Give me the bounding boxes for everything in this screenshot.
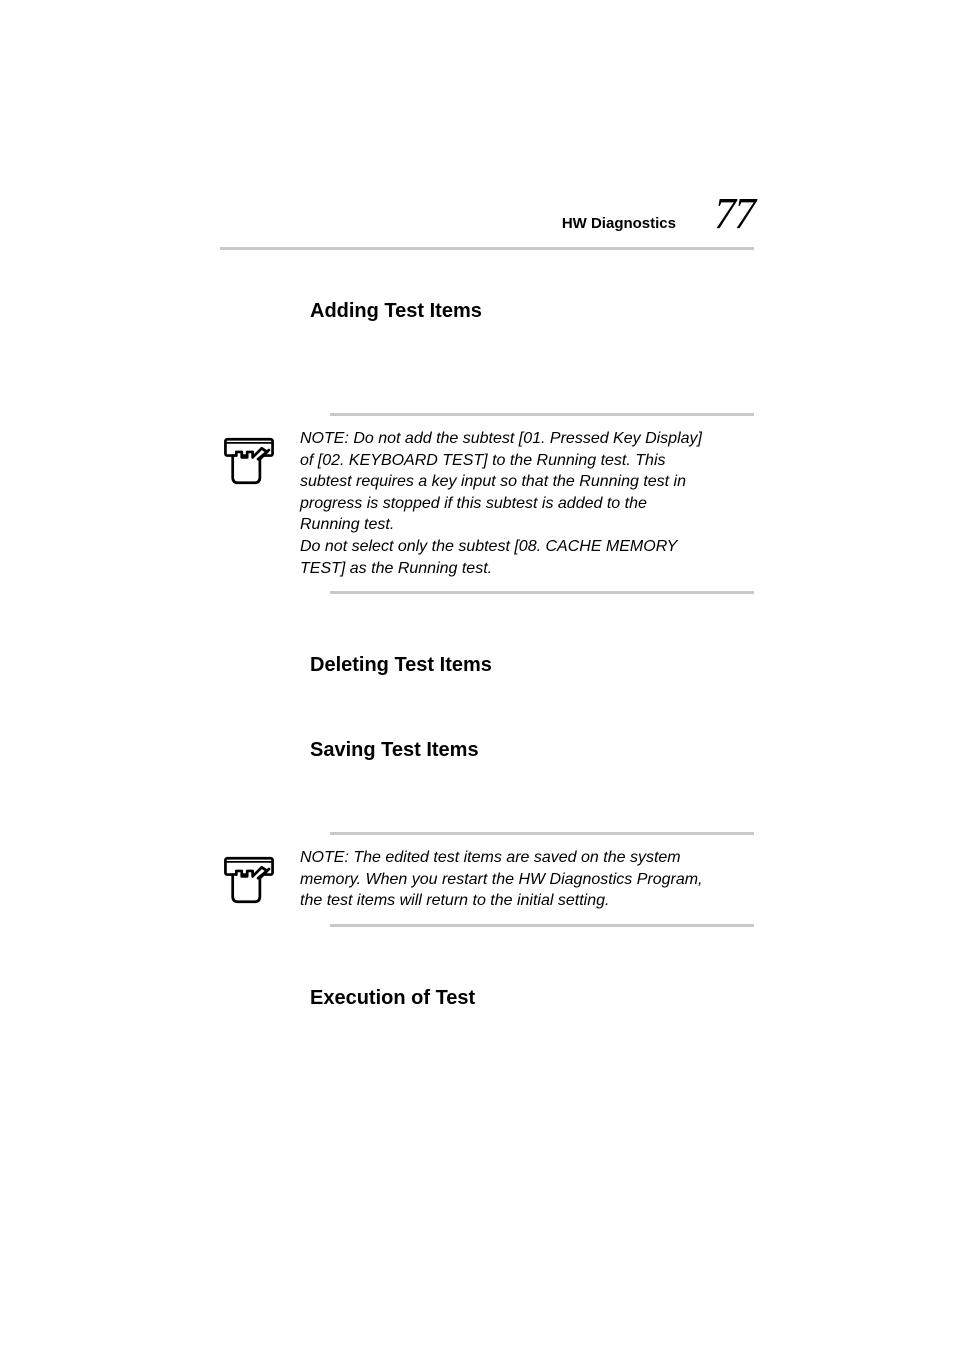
note-rule-bottom	[330, 591, 754, 594]
header-label: HW Diagnostics	[562, 215, 676, 232]
header-rule	[220, 247, 754, 250]
note-text-1: NOTE: Do not add the subtest [01. Presse…	[300, 428, 710, 579]
heading-adding-test-items: Adding Test Items	[310, 300, 754, 323]
page-header: HW Diagnostics 77	[220, 188, 754, 239]
pointing-hand-icon	[220, 432, 278, 490]
pointing-hand-icon	[220, 851, 278, 909]
note-rule-bottom-2	[330, 924, 754, 927]
note-text-2: NOTE: The edited test items are saved on…	[300, 847, 710, 912]
page-number: 77	[714, 188, 754, 239]
heading-saving-test-items: Saving Test Items	[310, 739, 754, 762]
heading-deleting-test-items: Deleting Test Items	[310, 654, 754, 677]
heading-execution-of-test: Execution of Test	[310, 987, 754, 1010]
note-block-2: NOTE: The edited test items are saved on…	[220, 832, 754, 927]
note-block-1: NOTE: Do not add the subtest [01. Presse…	[220, 413, 754, 594]
